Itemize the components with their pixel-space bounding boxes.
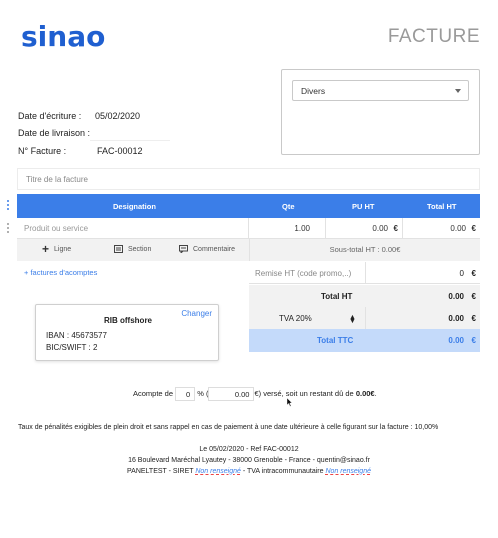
client-box: Divers <box>281 69 480 155</box>
numero-label: N° Facture : <box>18 146 67 156</box>
footer-company: PANELTEST <box>127 468 167 475</box>
comment-icon <box>179 245 188 253</box>
remise-row: Remise HT (code promo,..) 0 € <box>249 262 480 284</box>
total-ttc-amount: 0.00 <box>448 336 464 345</box>
sinao-logo: sinao <box>21 22 105 52</box>
add-section-label: Section <box>128 245 152 253</box>
total-ht-label: Total HT <box>321 292 353 301</box>
total-ttc-label: Total TTC <box>317 336 354 345</box>
date-livraison-row: Date de livraison : <box>18 128 170 141</box>
rib-iban: IBAN : 45673577 <box>46 331 107 340</box>
total-ttc-row: Total TTC 0.00 € <box>249 329 480 352</box>
currency-symbol: € <box>471 269 476 278</box>
total-ht-row: Total HT 0.00 € <box>249 285 480 307</box>
acompte-percent-input[interactable]: 0 <box>175 387 196 401</box>
total-ht-value: 0.00 <box>450 224 466 233</box>
header-pu-ht: PU HT <box>352 202 375 211</box>
currency-symbol: € <box>393 224 398 233</box>
table-header: Designation Qte PU HT Total HT <box>17 194 480 218</box>
add-comment-label: Commentaire <box>193 245 236 253</box>
document-title: FACTURE <box>387 26 480 47</box>
date-ecriture-label: Date d'écriture : <box>18 111 82 121</box>
rib-title: RIB offshore <box>104 316 152 325</box>
currency-symbol: € <box>471 292 476 301</box>
date-ecriture-input[interactable]: 05/02/2020 <box>95 111 140 121</box>
add-line-label: Ligne <box>54 245 72 253</box>
remise-label: Remise HT (code promo,..) <box>255 269 352 278</box>
plus-icon: + <box>42 242 50 256</box>
percent-sign: % <box>197 388 204 398</box>
tva-not-set-link[interactable]: Non renseigné <box>325 468 371 475</box>
add-comment-button[interactable]: Commentaire <box>179 245 235 253</box>
penalty-text: Taux de pénalités exigibles de plein dro… <box>18 424 439 431</box>
add-line-button[interactable]: + Ligne <box>42 242 72 256</box>
footer-line-1: Le 05/02/2020 - Ref FAC-00012 <box>199 446 299 453</box>
total-ht-amount: 0.00 <box>448 292 464 301</box>
acompte-remaining: 0.00€ <box>355 388 375 398</box>
table-row: Produit ou service 1.00 0.00 € 0.00 € <box>17 218 480 239</box>
row-drag-handle-icon[interactable] <box>6 223 10 235</box>
logo-text: sinao <box>21 22 105 52</box>
mouse-cursor-icon <box>287 398 293 407</box>
numero-row: N° Facture : FAC-00012 <box>18 146 143 156</box>
footer-tva-label: - TVA intracommunautaire <box>240 468 326 475</box>
tva-row: TVA 20% ▲ ▼ 0.00 € <box>249 307 480 329</box>
date-livraison-input[interactable] <box>90 140 170 141</box>
tva-amount: 0.00 <box>448 314 464 323</box>
date-livraison-label: Date de livraison : <box>18 128 91 138</box>
subtotal: Sous-total HT : 0.00€ <box>249 239 480 261</box>
drag-handle-icon[interactable] <box>6 200 10 212</box>
date-ecriture-row: Date d'écriture : 05/02/2020 <box>18 111 140 121</box>
invoice-title-input[interactable]: Titre de la facture <box>17 168 480 190</box>
acomptes-link[interactable]: + factures d'acomptes <box>24 268 97 277</box>
qte-input[interactable]: 1.00 <box>248 218 325 238</box>
currency-symbol: € <box>471 314 476 323</box>
rib-bic: BIC/SWIFT : 2 <box>46 343 98 352</box>
acompte-amount-input[interactable]: 0.00 <box>208 387 255 401</box>
remise-input[interactable]: 0 <box>460 269 464 278</box>
footer-line-2: 16 Boulevard Maréchal Lyautey - 38000 Gr… <box>128 457 370 464</box>
header-qte: Qte <box>282 202 295 211</box>
footer-line-3: PANELTEST - SIRET Non renseigné - TVA in… <box>0 468 498 475</box>
acompte-suffix: €) versé, soit un restant dû de <box>254 388 354 398</box>
client-select-value: Divers <box>301 86 326 96</box>
total-ht-cell: 0.00 € <box>402 218 480 238</box>
currency-symbol: € <box>471 336 476 345</box>
numero-input[interactable]: FAC-00012 <box>97 146 143 156</box>
footer-siret-label: - SIRET <box>166 468 196 475</box>
product-input[interactable]: Produit ou service <box>24 224 88 233</box>
rib-card: Changer RIB offshore IBAN : 45673577 BIC… <box>35 304 219 361</box>
acompte-line: Acompte de 0 % (0.00 €) versé, soit un re… <box>133 387 377 401</box>
acompte-end: . <box>374 388 377 398</box>
add-section-button[interactable]: Section <box>114 245 151 253</box>
currency-symbol: € <box>471 224 476 233</box>
section-icon <box>114 245 123 253</box>
client-select[interactable]: Divers <box>292 80 469 101</box>
header-designation: Designation <box>113 202 156 211</box>
sort-down-icon: ▼ <box>349 318 356 325</box>
tva-select[interactable]: TVA 20% <box>279 314 312 323</box>
qte-value: 1.00 <box>294 224 310 233</box>
pu-ht-value: 0.00 <box>372 224 388 233</box>
header-total-ht: Total HT <box>427 202 457 211</box>
line-actions-bar: + Ligne Section Commentaire Sous-total HT… <box>17 239 480 261</box>
acompte-prefix: Acompte de <box>133 388 174 398</box>
chevron-down-icon <box>455 89 461 93</box>
siret-not-set-link[interactable]: Non renseigné <box>195 468 241 475</box>
pu-ht-input[interactable]: 0.00 € <box>325 218 402 238</box>
